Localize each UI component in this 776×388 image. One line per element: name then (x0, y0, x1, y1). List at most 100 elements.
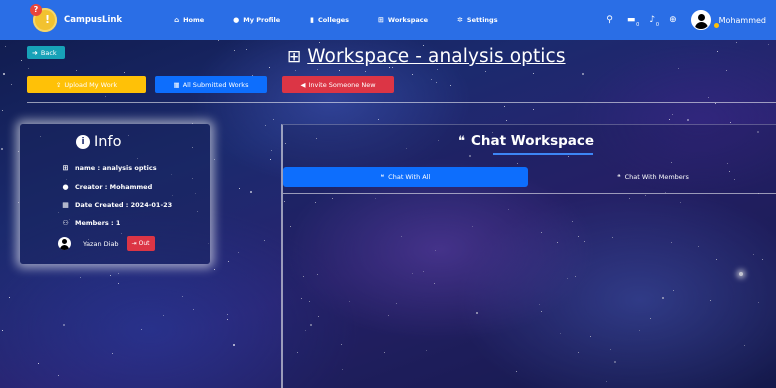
star (669, 119, 670, 120)
upload-icon: ⇪ (55, 80, 62, 89)
star (2, 330, 3, 331)
nav-colleges-label: Colleges (318, 16, 350, 24)
chat-heading-text: Chat Workspace (471, 133, 595, 149)
star (63, 324, 65, 326)
star (218, 40, 219, 41)
home-icon: ⌂ (174, 16, 180, 24)
star (271, 150, 272, 151)
star (273, 119, 274, 120)
bell-icon[interactable]: ♪ 0 (649, 15, 659, 28)
nav-settings[interactable]: ✲ Settings (457, 16, 498, 24)
star (485, 71, 486, 72)
back-button-label: Back (40, 48, 57, 57)
star (182, 296, 183, 297)
star (717, 51, 718, 52)
star (730, 122, 731, 123)
star (233, 344, 235, 346)
info-name-row: ⊞ name : analysis optics (61, 164, 157, 172)
campuslink-logo: ?! (30, 4, 57, 32)
brand-name: CampusLink (64, 15, 123, 25)
member-name: Yazan Diab (83, 239, 119, 248)
nav-right: ⚲ ▬ 0 ♪ 0 ⊕ Mohammed (606, 0, 776, 40)
invite-someone-button[interactable]: ◀ Invite Someone New (282, 76, 394, 93)
star (378, 119, 379, 120)
info-members-row: ⚇ Members : 1 (61, 219, 120, 227)
comments-icon: ❝ (617, 173, 621, 181)
member-item: Yazan Diab ⇥ Out (58, 236, 155, 251)
back-button[interactable]: ➜ Back (27, 46, 65, 59)
sign-out-icon: ⇥ (131, 240, 137, 247)
building-icon: ▮ (310, 16, 314, 24)
globe-icon[interactable]: ⊕ (669, 15, 677, 25)
star (214, 269, 215, 270)
nav-my-profile-label: My Profile (243, 16, 281, 24)
user-pen-icon: ● (62, 183, 69, 191)
user-name[interactable]: Mohammed (719, 16, 766, 25)
info-circle-icon: i (76, 135, 90, 149)
chat-heading: ❝ Chat Workspace (458, 133, 594, 149)
star (118, 283, 119, 284)
nav-home-label: Home (183, 16, 205, 24)
star (319, 42, 320, 43)
tab-chat-with-members-label: Chat With Members (624, 173, 689, 181)
star (2, 110, 3, 111)
comments-icon: ❝ (458, 133, 465, 149)
star (80, 277, 81, 278)
messages-icon[interactable]: ▬ 0 (627, 15, 640, 28)
tab-chat-with-all[interactable]: ❝ Chat With All (283, 167, 528, 187)
alerts-count: 0 (655, 22, 660, 28)
star (365, 71, 366, 72)
star (18, 202, 19, 203)
upload-my-work-button[interactable]: ⇪ Upload My Work (27, 76, 146, 93)
info-date-created: Date Created : 2024-01-23 (75, 201, 173, 209)
all-submitted-works-button[interactable]: ▦ All Submitted Works (155, 76, 267, 93)
nav-my-profile[interactable]: ● My Profile (233, 16, 280, 24)
search-icon[interactable]: ⚲ (606, 15, 613, 25)
nav-colleges[interactable]: ▮ Colleges (310, 16, 349, 24)
star (239, 188, 240, 189)
star (227, 319, 228, 320)
divider (27, 102, 776, 103)
star (250, 191, 252, 193)
star (3, 73, 5, 75)
star (317, 69, 318, 70)
info-creator-row: ● Creator : Mohammed (61, 183, 152, 191)
star (687, 119, 689, 121)
star (112, 353, 113, 354)
member-out-button[interactable]: ⇥ Out (126, 236, 155, 251)
info-creator: Creator : Mohammed (75, 183, 153, 191)
star (193, 309, 194, 310)
star (270, 159, 271, 160)
star (436, 82, 437, 83)
star (672, 114, 673, 115)
star (582, 73, 584, 75)
star (265, 125, 266, 126)
tab-chat-with-members[interactable]: ❝ Chat With Members (528, 167, 776, 187)
messages-count: 0 (636, 22, 640, 28)
tab-chat-with-all-label: Chat With All (388, 173, 431, 181)
user-icon: ● (233, 16, 240, 24)
star (141, 329, 142, 330)
gears-icon: ✲ (457, 16, 463, 24)
info-heading-text: Info (94, 134, 122, 150)
star (736, 42, 737, 43)
online-status-dot (714, 23, 719, 28)
star (246, 49, 247, 50)
star (392, 67, 393, 68)
user-avatar[interactable] (690, 10, 711, 30)
star (124, 72, 125, 73)
star (264, 240, 265, 241)
star (227, 314, 228, 315)
upload-my-work-label: Upload My Work (64, 80, 118, 89)
nav-settings-label: Settings (466, 16, 498, 24)
nav-home[interactable]: ⌂ Home (174, 16, 204, 24)
star (38, 363, 39, 364)
star (437, 69, 438, 70)
page-title: ⊞ Workspace - analysis optics (287, 46, 566, 67)
star (412, 74, 413, 75)
brand[interactable]: ?! CampusLink (30, 4, 123, 32)
star (450, 85, 451, 86)
star (28, 68, 29, 69)
star (105, 96, 106, 97)
nav-workspace[interactable]: ⊞ Workspace (378, 16, 428, 24)
